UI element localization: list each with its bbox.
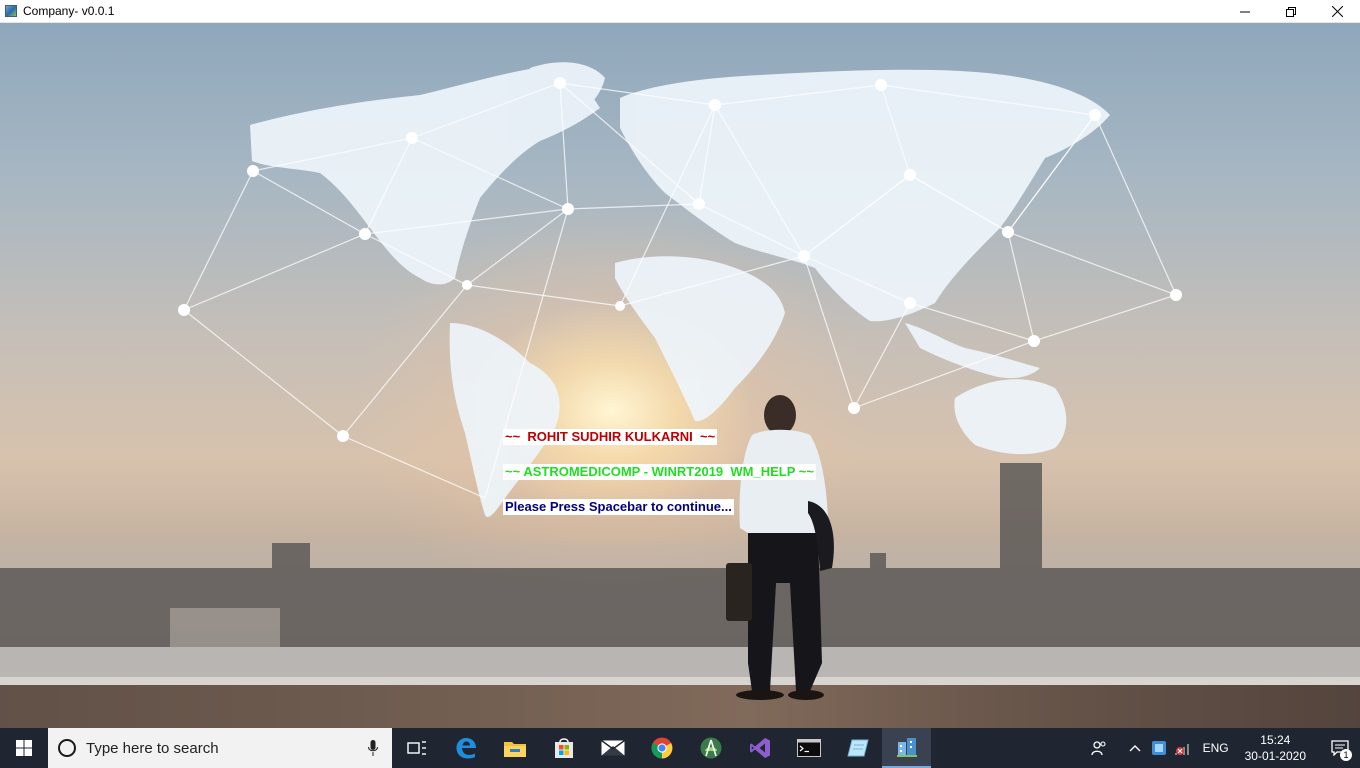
tray-app-button[interactable] — [1147, 728, 1171, 768]
terminal-icon — [796, 739, 821, 757]
continue-prompt-text: Please Press Spacebar to continue... — [503, 499, 734, 515]
task-view-icon — [406, 741, 426, 755]
people-button[interactable] — [1087, 728, 1111, 768]
input-language-indicator[interactable]: ENG — [1203, 741, 1229, 755]
clock-date: 30-01-2020 — [1244, 749, 1306, 763]
chevron-up-icon — [1129, 745, 1141, 752]
taskbar-chrome[interactable] — [637, 728, 686, 768]
taskbar-file-explorer[interactable] — [490, 728, 539, 768]
app-icon — [5, 5, 17, 17]
author-name-text: ~~ ROHIT SUDHIR KULKARNI ~~ — [503, 429, 718, 445]
close-icon — [1331, 6, 1343, 17]
notification-count-badge: 1 — [1340, 749, 1352, 761]
file-explorer-icon — [503, 742, 526, 757]
app-canvas[interactable]: ~~ ROHIT SUDHIR KULKARNI ~~ ~~ ASTROMEDI… — [0, 23, 1360, 728]
edge-icon — [456, 738, 476, 759]
background-image — [0, 62, 1360, 728]
maximize-button[interactable] — [1268, 0, 1314, 23]
taskbar-mail[interactable] — [588, 728, 637, 768]
taskbar-terminal[interactable] — [784, 728, 833, 768]
taskbar-company-app[interactable] — [882, 728, 931, 768]
tray-app-icon — [1151, 741, 1166, 755]
show-hidden-icons-button[interactable] — [1123, 728, 1147, 768]
close-button[interactable] — [1314, 0, 1360, 23]
store-icon — [554, 738, 573, 758]
taskbar-search-box[interactable]: Type here to search — [48, 728, 392, 768]
window-title-bar[interactable]: Company- v0.0.1 — [0, 0, 1360, 23]
taskbar: Type here to search ENG 15:24 30-01-2020… — [0, 728, 1360, 768]
search-placeholder: Type here to search — [86, 739, 219, 757]
windows-logo-icon — [16, 740, 32, 756]
action-center-button[interactable]: 1 — [1320, 728, 1360, 768]
system-tray: ENG 15:24 30-01-2020 1 — [1087, 728, 1360, 768]
restore-icon — [1286, 6, 1296, 17]
taskbar-notepad[interactable] — [833, 728, 882, 768]
microphone-icon[interactable] — [368, 740, 378, 756]
network-disconnected-icon — [1174, 744, 1189, 755]
people-icon — [1090, 741, 1106, 756]
taskbar-store[interactable] — [539, 728, 588, 768]
minimize-button[interactable] — [1222, 0, 1268, 23]
task-view-button[interactable] — [392, 728, 441, 768]
window-controls — [1222, 0, 1360, 23]
visual-studio-icon — [749, 738, 770, 758]
taskbar-edge[interactable] — [441, 728, 490, 768]
minimize-icon — [1240, 11, 1250, 12]
window-title: Company- v0.0.1 — [23, 4, 115, 18]
network-status-button[interactable] — [1171, 728, 1195, 768]
taskbar-android-studio[interactable] — [686, 728, 735, 768]
notepad-icon — [846, 739, 869, 757]
android-studio-icon — [700, 737, 721, 759]
company-app-icon — [896, 738, 917, 757]
clock-time: 15:24 — [1260, 733, 1291, 747]
mail-icon — [600, 740, 625, 756]
taskbar-visual-studio[interactable] — [735, 728, 784, 768]
taskbar-clock[interactable]: 15:24 30-01-2020 — [1245, 732, 1306, 764]
start-button[interactable] — [0, 728, 48, 768]
chrome-icon — [651, 737, 672, 759]
cortana-icon — [58, 739, 76, 757]
app-name-text: ~~ ASTROMEDICOMP - WINRT2019 WM_HELP ~~ — [503, 464, 816, 480]
